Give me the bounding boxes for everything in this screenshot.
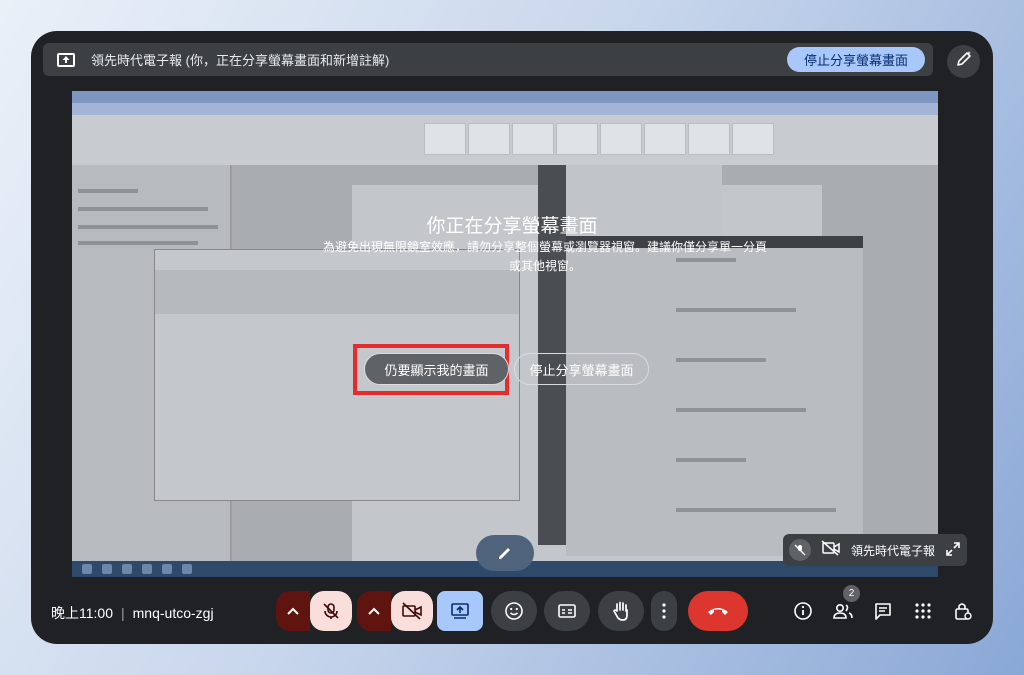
dialog-body: 為避免出現無限鏡室效應，請勿分享整個螢幕或瀏覽器視窗。建議你僅分享單一分頁 或其…	[322, 240, 767, 273]
meeting-time: 晚上11:00	[51, 605, 113, 621]
stop-sharing-button[interactable]: 停止分享螢幕畫面	[786, 47, 925, 72]
participant-count-badge: 2	[843, 585, 860, 602]
presenting-bar: 領先時代電子報 (你，正在分享螢幕畫面和新增註解) 停止分享螢幕畫面	[43, 43, 933, 76]
more-vert-icon	[662, 603, 666, 619]
call-end-icon	[708, 608, 728, 615]
camera-options-button[interactable]	[357, 591, 391, 631]
meet-window: 領先時代電子報 (你，正在分享螢幕畫面和新增註解) 停止分享螢幕畫面 你正在分享…	[31, 31, 993, 644]
raise-hand-button[interactable]	[598, 591, 644, 631]
camera-control-group	[357, 591, 433, 631]
mic-off-icon	[789, 539, 811, 561]
camera-off-icon	[821, 539, 841, 561]
self-name: 領先時代電子報	[851, 543, 936, 558]
chat-button[interactable]	[869, 597, 897, 625]
info-icon	[794, 602, 812, 620]
more-options-button[interactable]	[651, 591, 677, 631]
mic-options-button[interactable]	[276, 591, 310, 631]
emoji-icon	[505, 602, 523, 620]
people-icon	[833, 603, 853, 619]
reactions-button[interactable]	[491, 591, 537, 631]
leave-call-button[interactable]	[688, 591, 748, 631]
word-ribbon	[72, 103, 938, 166]
annotate-button[interactable]	[947, 45, 980, 78]
present-screen-icon	[57, 52, 75, 67]
chevron-up-icon	[368, 607, 380, 615]
meeting-info: 晚上11:00 | mnq-utco-zgj	[51, 605, 214, 621]
stop-presenting-button[interactable]: 停止分享螢幕畫面	[514, 353, 649, 385]
pen-annotate-icon	[954, 49, 974, 74]
meeting-code: mnq-utco-zgj	[132, 605, 214, 621]
meeting-details-button[interactable]	[789, 597, 817, 625]
self-view-tile[interactable]: 領先時代電子報	[783, 534, 967, 566]
activities-button[interactable]	[909, 597, 937, 625]
show-anyway-button[interactable]: 仍要顯示我的畫面	[364, 353, 509, 385]
present-icon	[451, 603, 469, 619]
activities-icon	[915, 603, 931, 619]
host-controls-button[interactable]	[949, 597, 977, 625]
expand-icon[interactable]	[945, 541, 961, 562]
captions-button[interactable]	[544, 591, 590, 631]
host-controls-icon	[955, 603, 972, 620]
annotation-fab[interactable]	[476, 535, 534, 571]
chevron-up-icon	[287, 607, 299, 615]
shared-screen	[72, 91, 938, 577]
raise-hand-icon	[613, 601, 628, 621]
microphone-button[interactable]	[310, 591, 352, 631]
present-button[interactable]	[437, 591, 483, 631]
dialog-title: 你正在分享螢幕畫面	[426, 216, 598, 237]
chat-icon	[875, 603, 891, 620]
camera-button[interactable]	[391, 591, 433, 631]
camera-off-icon	[402, 602, 422, 620]
word-titlebar	[72, 91, 938, 103]
mic-off-icon	[323, 603, 339, 619]
settings-window	[566, 236, 863, 556]
pen-annotate-icon	[499, 548, 510, 559]
presenting-title: 領先時代電子報 (你，正在分享螢幕畫面和新增註解)	[91, 53, 390, 68]
mic-control-group	[276, 591, 352, 631]
captions-icon	[558, 604, 576, 618]
